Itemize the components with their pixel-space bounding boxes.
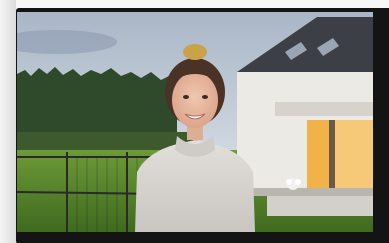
patio [267, 196, 373, 216]
camera-view [17, 12, 373, 232]
monitor-photo [0, 0, 389, 243]
background-left-strip [0, 0, 16, 243]
background-top-strip [0, 0, 389, 8]
monitor-screen [17, 12, 373, 232]
face [172, 72, 218, 128]
hair-bun [183, 44, 207, 60]
door-glow [307, 120, 329, 188]
